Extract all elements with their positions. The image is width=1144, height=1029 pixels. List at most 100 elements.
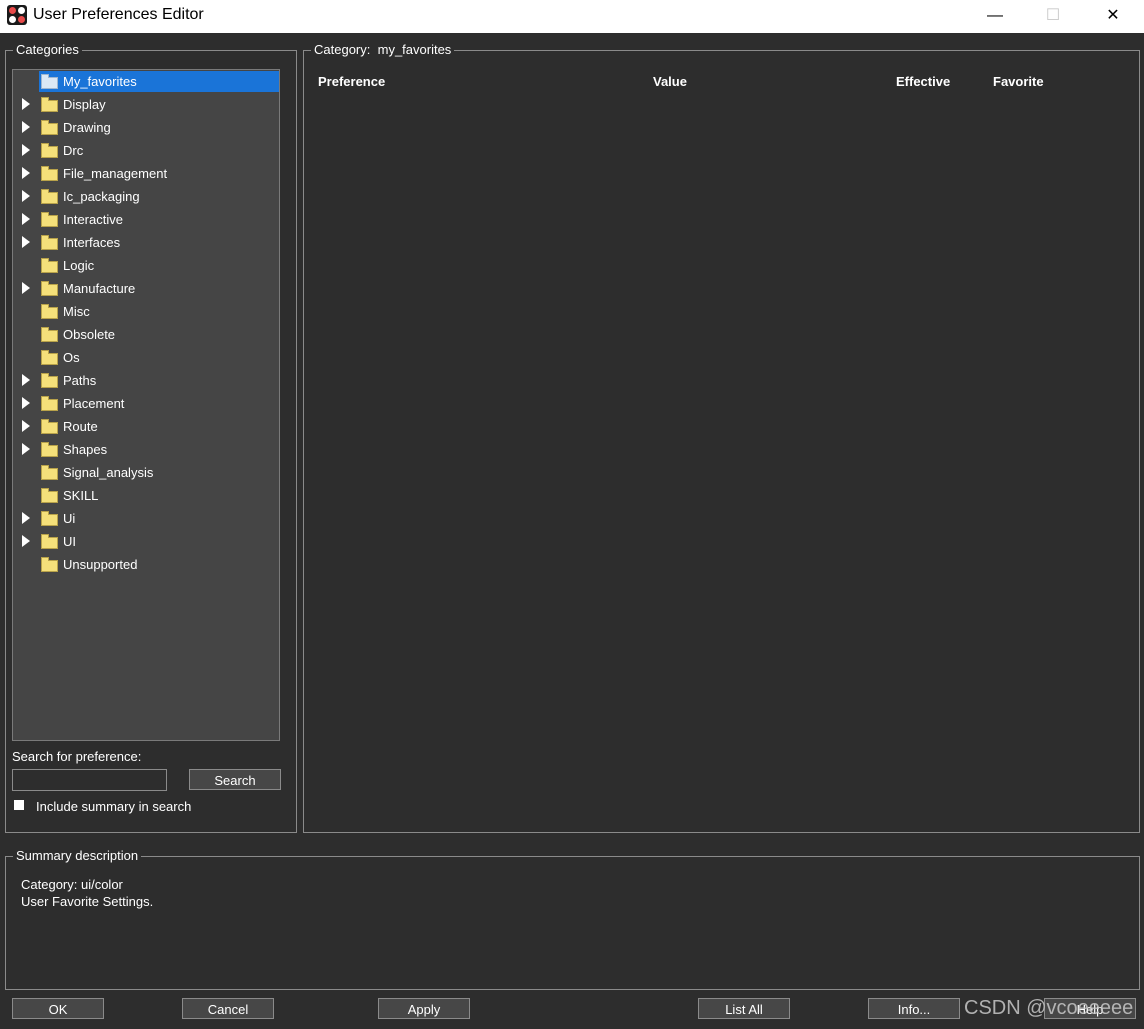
tree-item-placement[interactable]: Placement — [13, 392, 279, 415]
tree-item-signal_analysis[interactable]: Signal_analysis — [13, 461, 279, 484]
category-tree[interactable]: My_favorites Display Drawing Drc File_manage… — [12, 69, 280, 741]
folder-icon — [41, 396, 58, 411]
tree-item-my_favorites[interactable]: My_favorites — [13, 70, 279, 93]
column-header-preference[interactable]: Preference — [318, 74, 385, 89]
tree-item-paths[interactable]: Paths — [13, 369, 279, 392]
expand-arrow-icon[interactable] — [22, 213, 30, 225]
folder-icon — [41, 304, 58, 319]
search-button[interactable]: Search — [189, 769, 281, 790]
include-summary-checkbox[interactable] — [14, 800, 24, 810]
expand-arrow-icon[interactable] — [22, 236, 30, 248]
folder-icon — [41, 373, 58, 388]
title-bar: User Preferences Editor — ☐ ✕ — [0, 0, 1144, 33]
summary-line-category: Category: ui/color — [21, 877, 123, 892]
tree-item-ui[interactable]: UI — [13, 530, 279, 553]
folder-icon — [41, 557, 58, 572]
expand-arrow-icon[interactable] — [22, 190, 30, 202]
folder-icon — [41, 350, 58, 365]
tree-item-label: UI — [63, 534, 76, 549]
tree-item-label: Ic_packaging — [63, 189, 140, 204]
tree-item-interfaces[interactable]: Interfaces — [13, 231, 279, 254]
column-header-value[interactable]: Value — [653, 74, 687, 89]
tree-item-label: Display — [63, 97, 106, 112]
expand-arrow-icon[interactable] — [22, 144, 30, 156]
info-button[interactable]: Info... — [868, 998, 960, 1019]
maximize-icon[interactable]: ☐ — [1030, 0, 1076, 33]
app-icon — [7, 5, 27, 25]
folder-icon — [41, 212, 58, 227]
list-all-button[interactable]: List All — [698, 998, 790, 1019]
tree-item-os[interactable]: Os — [13, 346, 279, 369]
tree-item-label: Placement — [63, 396, 125, 411]
tree-item-shapes[interactable]: Shapes — [13, 438, 279, 461]
tree-item-label: SKILL — [63, 488, 99, 503]
tree-item-route[interactable]: Route — [13, 415, 279, 438]
folder-icon — [41, 281, 58, 296]
expand-arrow-icon[interactable] — [22, 443, 30, 455]
tree-item-display[interactable]: Display — [13, 93, 279, 116]
column-header-effective[interactable]: Effective — [896, 74, 950, 89]
expand-arrow-icon[interactable] — [22, 397, 30, 409]
expand-arrow-icon[interactable] — [22, 167, 30, 179]
tree-item-label: My_favorites — [63, 74, 137, 89]
tree-item-manufacture[interactable]: Manufacture — [13, 277, 279, 300]
folder-icon — [41, 534, 58, 549]
tree-item-label: File_management — [63, 166, 168, 181]
tree-item-label: Shapes — [63, 442, 108, 457]
expand-arrow-icon[interactable] — [22, 374, 30, 386]
expand-arrow-icon[interactable] — [22, 98, 30, 110]
expand-arrow-icon[interactable] — [22, 420, 30, 432]
tree-item-label: Drawing — [63, 120, 111, 135]
folder-icon — [41, 143, 58, 158]
folder-icon — [41, 327, 58, 342]
summary-group: Summary description — [5, 848, 1140, 990]
folder-icon — [41, 235, 58, 250]
cancel-button[interactable]: Cancel — [182, 998, 274, 1019]
tree-item-interactive[interactable]: Interactive — [13, 208, 279, 231]
folder-icon — [41, 166, 58, 181]
tree-item-ic_packaging[interactable]: Ic_packaging — [13, 185, 279, 208]
folder-icon — [41, 74, 58, 89]
folder-icon — [41, 120, 58, 135]
expand-arrow-icon[interactable] — [22, 535, 30, 547]
include-summary-label: Include summary in search — [36, 799, 192, 814]
search-label: Search for preference: — [12, 749, 142, 764]
tree-item-drawing[interactable]: Drawing — [13, 116, 279, 139]
tree-item-label: Interfaces — [63, 235, 121, 250]
tree-item-misc[interactable]: Misc — [13, 300, 279, 323]
minimize-icon[interactable]: — — [972, 0, 1018, 33]
category-label-value: my_favorites — [377, 42, 452, 57]
tree-item-logic[interactable]: Logic — [13, 254, 279, 277]
tree-item-label: Route — [63, 419, 98, 434]
watermark: CSDN @vcoeeeee — [964, 997, 1134, 1019]
column-header-favorite[interactable]: Favorite — [993, 74, 1044, 89]
folder-icon — [41, 97, 58, 112]
tree-item-label: Paths — [63, 373, 97, 388]
expand-arrow-icon[interactable] — [22, 512, 30, 524]
summary-group-label: Summary description — [13, 848, 142, 864]
tree-item-label: Unsupported — [63, 557, 138, 572]
tree-item-file_management[interactable]: File_management — [13, 162, 279, 185]
folder-icon — [41, 189, 58, 204]
tree-item-label: Logic — [63, 258, 95, 273]
apply-button[interactable]: Apply — [378, 998, 470, 1019]
category-label-prefix: Category: — [314, 42, 371, 57]
expand-arrow-icon[interactable] — [22, 121, 30, 133]
folder-icon — [41, 258, 58, 273]
tree-item-label: Obsolete — [63, 327, 116, 342]
tree-item-drc[interactable]: Drc — [13, 139, 279, 162]
folder-icon — [41, 488, 58, 503]
window-title: User Preferences Editor — [33, 6, 204, 23]
folder-icon — [41, 442, 58, 457]
tree-item-skill[interactable]: SKILL — [13, 484, 279, 507]
ok-button[interactable]: OK — [12, 998, 104, 1019]
category-panel: Category: my_favorites — [303, 42, 1140, 833]
expand-arrow-icon[interactable] — [22, 282, 30, 294]
tree-item-ui[interactable]: Ui — [13, 507, 279, 530]
close-icon[interactable]: ✕ — [1090, 0, 1136, 33]
tree-item-obsolete[interactable]: Obsolete — [13, 323, 279, 346]
folder-icon — [41, 465, 58, 480]
tree-item-label: Misc — [63, 304, 90, 319]
tree-item-unsupported[interactable]: Unsupported — [13, 553, 279, 576]
search-input[interactable] — [12, 769, 167, 791]
